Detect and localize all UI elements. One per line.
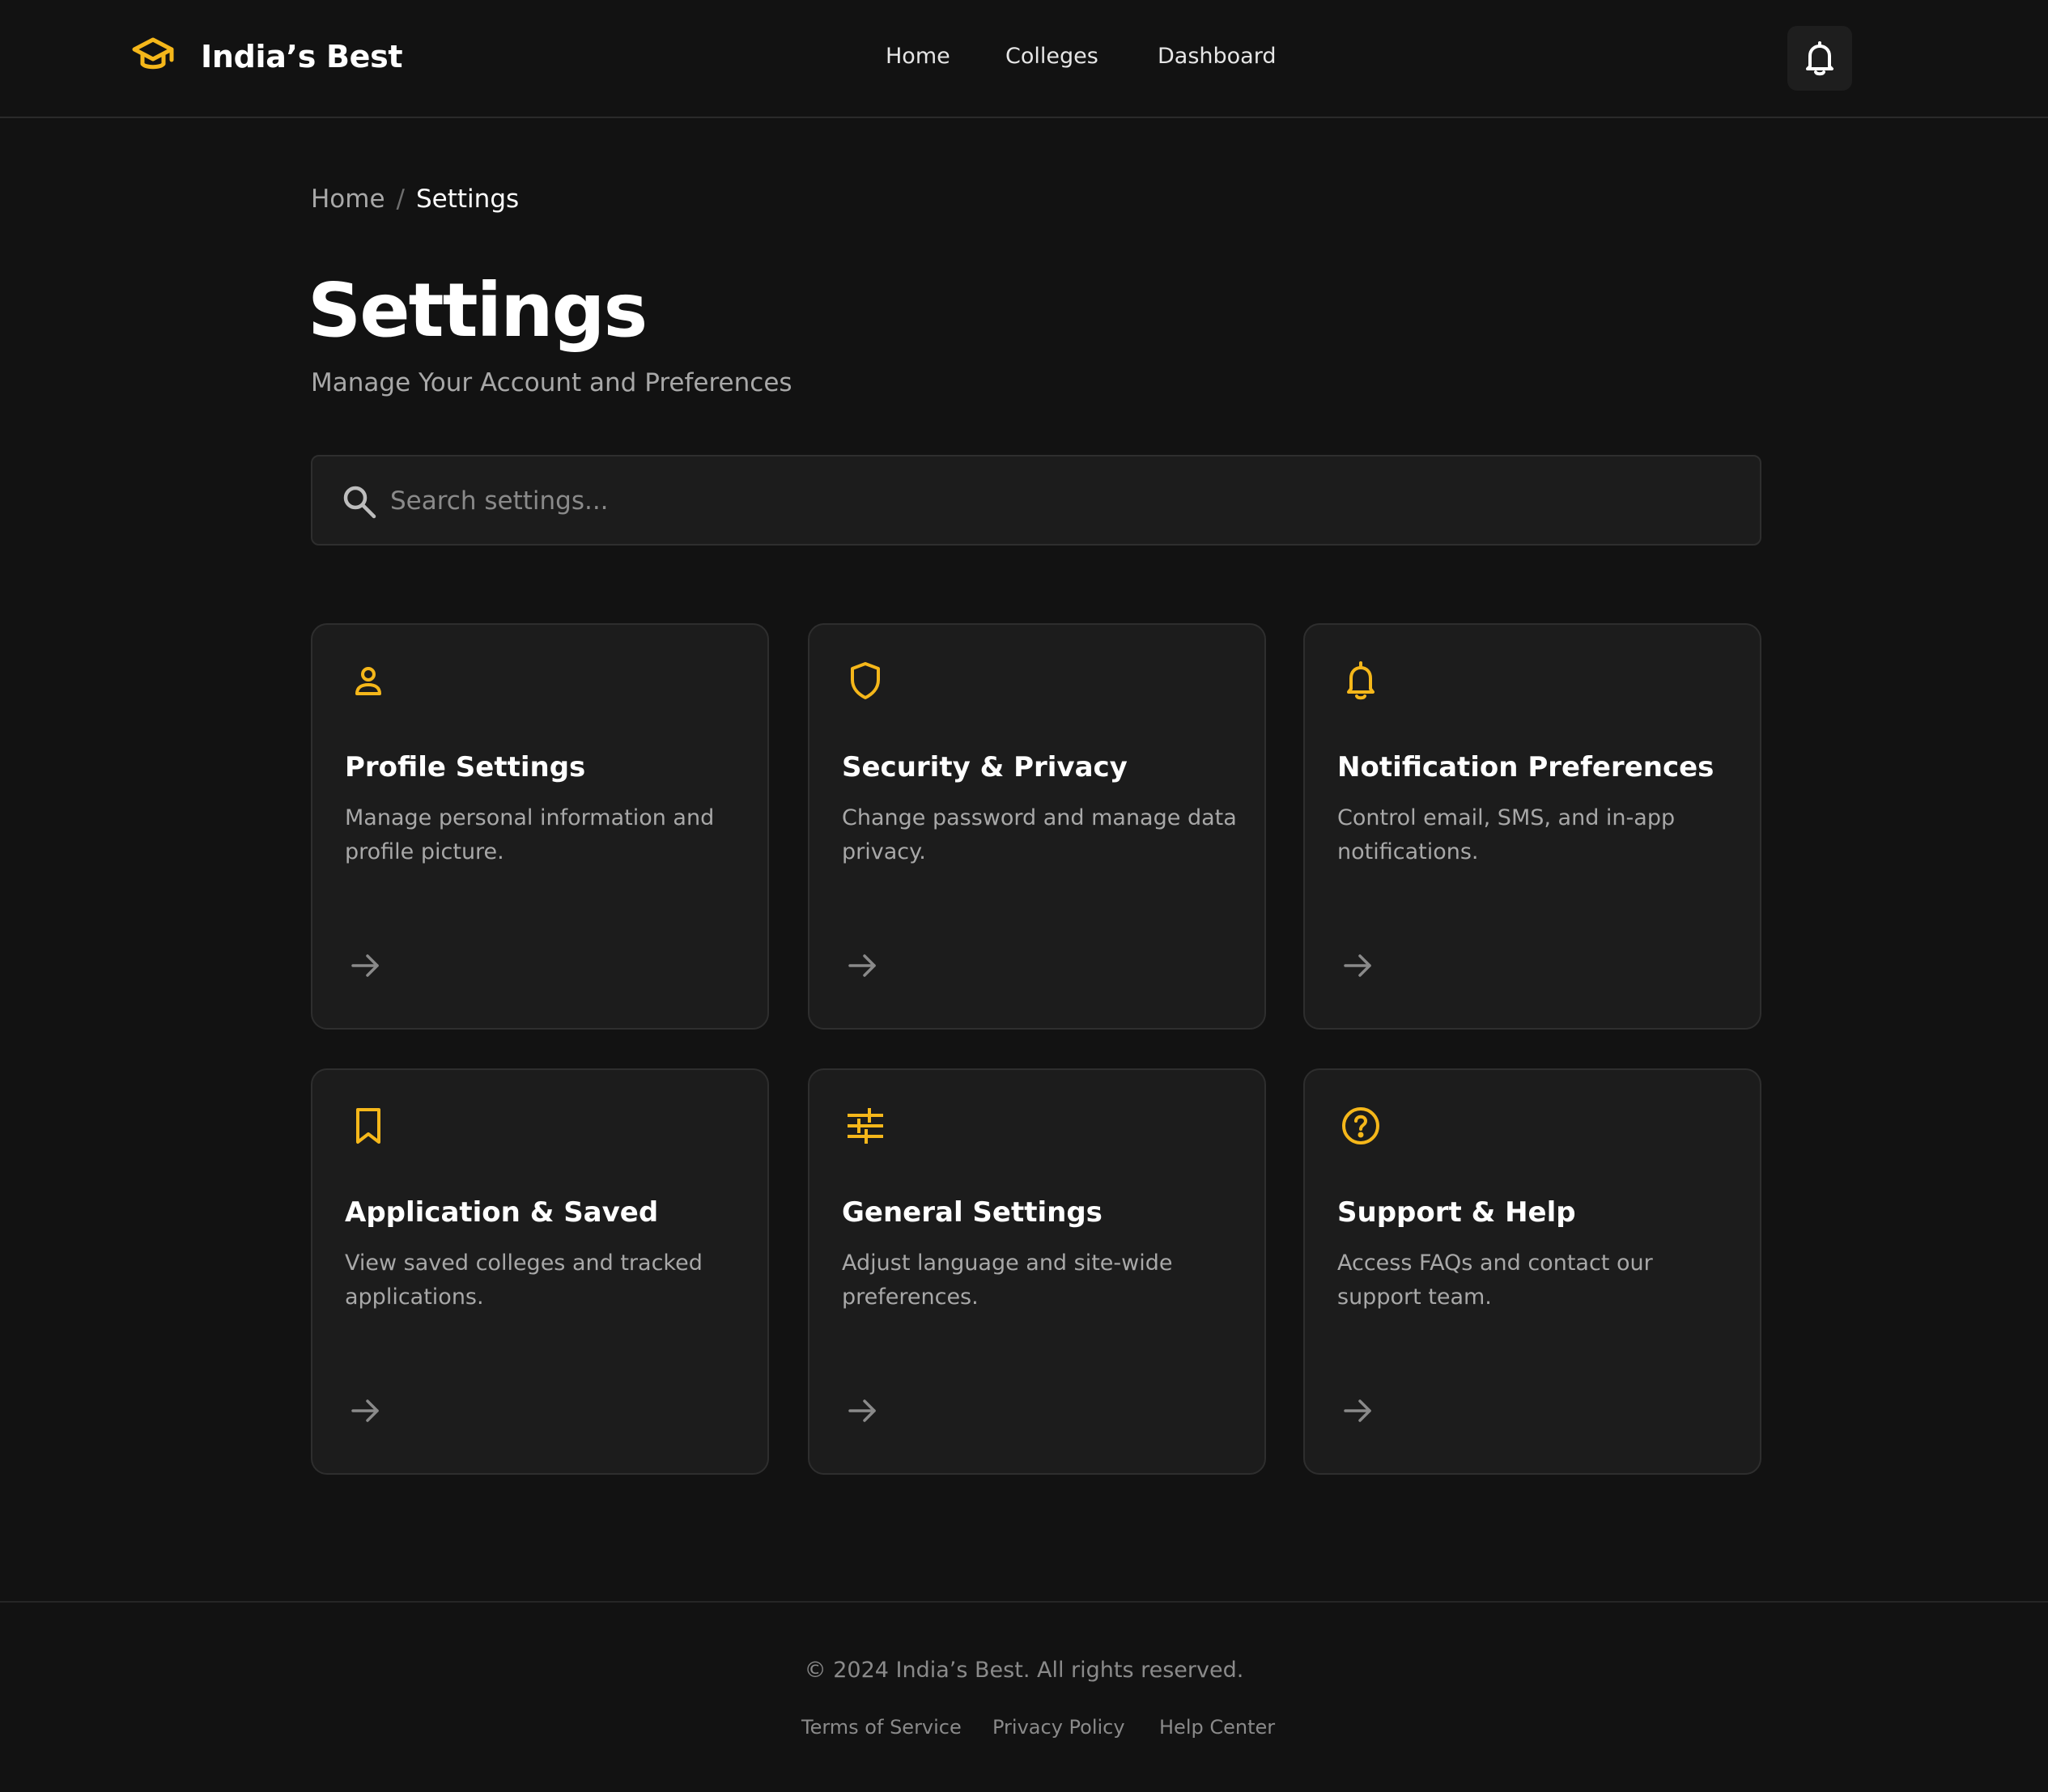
card-support-help[interactable]: Support & Help Access FAQs and contact o…	[1303, 1068, 1761, 1475]
card-title: Profile Settings	[345, 751, 586, 783]
arrow-right-icon[interactable]	[845, 949, 879, 983]
card-application-saved[interactable]: Application & Saved View saved colleges …	[311, 1068, 769, 1475]
help-circle-icon	[1342, 1107, 1379, 1144]
arrow-right-icon[interactable]	[1341, 949, 1375, 983]
bookmark-icon	[356, 1108, 380, 1144]
card-description: Access FAQs and contact our support team…	[1337, 1251, 1653, 1310]
card-title: General Settings	[842, 1196, 1103, 1229]
arrow-right-icon[interactable]	[1341, 1394, 1375, 1428]
card-description: Change password and manage data privacy.	[842, 805, 1237, 864]
search-input[interactable]	[390, 473, 1734, 529]
card-profile-settings[interactable]: Profile Settings Manage personal informa…	[311, 623, 769, 1030]
page-subtitle: Manage Your Account and Preferences	[311, 368, 792, 397]
bell-icon	[1347, 661, 1375, 700]
brand-name[interactable]: India’s Best	[201, 39, 403, 74]
card-description: Manage personal information and profile …	[345, 805, 715, 864]
shield-icon	[851, 662, 880, 699]
footer-divider	[0, 1601, 2048, 1603]
nav-dashboard[interactable]: Dashboard	[1158, 44, 1276, 69]
notifications-button[interactable]	[1787, 26, 1852, 91]
card-title: Support & Help	[1337, 1196, 1576, 1229]
arrow-right-icon[interactable]	[348, 1394, 382, 1428]
nav-colleges[interactable]: Colleges	[1005, 44, 1098, 69]
search-bar[interactable]	[311, 455, 1761, 546]
card-description: View saved colleges and tracked applicat…	[345, 1251, 703, 1310]
card-notification-preferences[interactable]: Notification Preferences Control email, …	[1303, 623, 1761, 1030]
breadcrumb: Home / Settings	[311, 185, 519, 214]
nav-home[interactable]: Home	[886, 44, 950, 69]
card-general-settings[interactable]: General Settings Adjust language and sit…	[808, 1068, 1266, 1475]
arrow-right-icon[interactable]	[845, 1394, 879, 1428]
footer-link-privacy[interactable]: Privacy Policy	[992, 1716, 1125, 1739]
copyright-text: © 2024 India’s Best. All rights reserved…	[804, 1658, 1244, 1683]
search-icon	[343, 486, 376, 519]
arrow-right-icon[interactable]	[348, 949, 382, 983]
card-title: Application & Saved	[345, 1196, 659, 1229]
footer-link-terms[interactable]: Terms of Service	[801, 1716, 962, 1739]
breadcrumb-home[interactable]: Home	[311, 185, 385, 214]
top-navbar: India’s Best Home Colleges Dashboard	[0, 0, 2048, 118]
footer-link-help[interactable]: Help Center	[1159, 1716, 1275, 1739]
user-icon	[355, 667, 381, 695]
card-description: Control email, SMS, and in-app notificat…	[1337, 805, 1676, 864]
graduation-cap-icon[interactable]	[131, 36, 175, 74]
card-security-privacy[interactable]: Security & Privacy Change password and m…	[808, 623, 1266, 1030]
breadcrumb-separator: /	[396, 185, 405, 214]
card-title: Notification Preferences	[1337, 751, 1714, 783]
sliders-icon	[848, 1108, 883, 1144]
page-title: Settings	[308, 267, 648, 354]
breadcrumb-current: Settings	[416, 185, 520, 214]
card-description: Adjust language and site-wide preference…	[842, 1251, 1173, 1310]
card-title: Security & Privacy	[842, 751, 1128, 783]
bell-icon	[1806, 41, 1833, 76]
